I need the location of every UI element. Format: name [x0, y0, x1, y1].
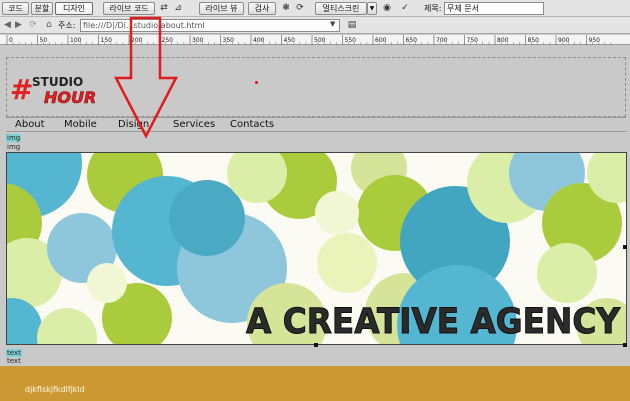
- code-view-button[interactable]: 코드: [2, 2, 29, 15]
- ruler-tick-label: 800: [497, 37, 509, 44]
- text-tag-selected[interactable]: text: [6, 349, 22, 357]
- ruler-tick-label: 950: [589, 37, 601, 44]
- ruler-tick-label: 450: [284, 37, 296, 44]
- ruler-tick-label: 600: [375, 37, 387, 44]
- ruler-tick-label: 750: [467, 37, 479, 44]
- resize-handle-right[interactable]: [623, 245, 627, 249]
- live-code-button[interactable]: 라이브 코드: [103, 2, 155, 15]
- ruler-scale: 0 50 100 150 200 250 300 350 400 450 500 550 600 650 7…: [6, 35, 612, 45]
- ruler-tick-label: 250: [162, 37, 174, 44]
- refresh-design-icon[interactable]: ⟳: [293, 2, 307, 15]
- title-input[interactable]: 무제 문서: [444, 2, 544, 15]
- forward-arrow-icon[interactable]: ▶: [13, 19, 24, 32]
- horizontal-ruler: 0 50 100 150 200 250 300 350 400 450 500 550 600 650 7…: [0, 35, 630, 45]
- back-arrow-icon[interactable]: ◀: [2, 19, 13, 32]
- ruler-tick-label: 150: [101, 37, 113, 44]
- studio-hour-logo[interactable]: # STUDIO HOUR: [10, 73, 130, 107]
- nav-item-disign[interactable]: Disign: [118, 119, 149, 131]
- ruler-tick-label: 700: [436, 37, 448, 44]
- bokeh-circles-graphic: A CREATIVE AGENCY: [7, 153, 626, 344]
- main-nav: About Mobile Disign Services Contacts: [6, 117, 626, 132]
- browser-preview-icon[interactable]: ◉: [380, 2, 394, 15]
- logo-studio-text: STUDIO: [32, 75, 83, 89]
- nav-item-mobile[interactable]: Mobile: [64, 119, 97, 131]
- dropdown-icon[interactable]: ▼: [367, 2, 377, 15]
- logo-hour-text: HOUR: [44, 88, 96, 107]
- ruler-tick-label: 350: [223, 37, 235, 44]
- document-toolbar: 코드 분할 디자인 라이브 코드 ⇄ ⊿ 라이브 뷰 검사 ❃ ⟳ 멀티스크린 …: [0, 0, 630, 17]
- img-tag[interactable]: img: [6, 143, 21, 151]
- inspect-options-icon[interactable]: ❃: [279, 2, 293, 15]
- ruler-tick-label: 300: [192, 37, 204, 44]
- ruler-tick-label: 850: [528, 37, 540, 44]
- ruler-tick-label: 550: [345, 37, 357, 44]
- resize-handle-corner[interactable]: [623, 343, 627, 347]
- design-view-button[interactable]: 디자인: [55, 2, 93, 15]
- refresh-icon[interactable]: ⟳: [26, 19, 40, 32]
- footer-section[interactable]: djkflskjfkdlfjkld: [0, 366, 630, 401]
- text-tag[interactable]: text: [6, 357, 22, 365]
- hero-banner-image[interactable]: A CREATIVE AGENCY: [6, 152, 627, 345]
- red-marker-dot: [255, 81, 258, 84]
- inspect-button[interactable]: 검사: [248, 2, 276, 15]
- ruler-tick-label: 500: [314, 37, 326, 44]
- address-input[interactable]: file:///D|/Di...studio/about.html: [80, 19, 340, 32]
- home-icon[interactable]: ⌂: [42, 19, 56, 32]
- split-view-button[interactable]: 분할: [31, 2, 53, 15]
- live-view-button[interactable]: 라이브 뷰: [199, 2, 244, 15]
- check-page-icon[interactable]: ✓: [398, 2, 412, 15]
- address-label: 주소:: [58, 21, 76, 30]
- ruler-tick-label: 100: [70, 37, 82, 44]
- page-options-icon[interactable]: ▤: [344, 19, 360, 32]
- nav-item-services[interactable]: Services: [173, 119, 215, 131]
- multiscreen-button[interactable]: 멀티스크린: [315, 2, 367, 15]
- ruler-tick-label: 200: [131, 37, 143, 44]
- ruler-tick-label: 650: [406, 37, 418, 44]
- title-label: 제목:: [424, 4, 442, 13]
- nav-item-about[interactable]: About: [15, 119, 45, 131]
- ruler-tick-label: 0: [9, 37, 13, 44]
- ruler-tick-label: 50: [40, 37, 48, 44]
- address-bar: ◀ ▶ ⟳ ⌂ 주소: file:///D|/Di...studio/about…: [0, 17, 630, 34]
- design-view[interactable]: # STUDIO HOUR About Mobile Disign Servic…: [0, 45, 630, 401]
- logo-hash: #: [10, 73, 33, 106]
- hero-headline: A CREATIVE AGENCY: [246, 302, 621, 342]
- ruler-tick-label: 900: [558, 37, 570, 44]
- address-dropdown-icon[interactable]: ▼: [330, 20, 335, 28]
- file-compare-icon[interactable]: ⇄: [157, 2, 171, 15]
- resize-handle-bottom[interactable]: [314, 343, 318, 347]
- img-tag-selected[interactable]: img: [6, 134, 22, 142]
- ruler-tick-label: 400: [253, 37, 265, 44]
- visual-aids-icon[interactable]: ⊿: [171, 2, 185, 15]
- nav-item-contacts[interactable]: Contacts: [230, 119, 274, 131]
- footer-text[interactable]: djkflskjfkdlfjkld: [25, 385, 85, 395]
